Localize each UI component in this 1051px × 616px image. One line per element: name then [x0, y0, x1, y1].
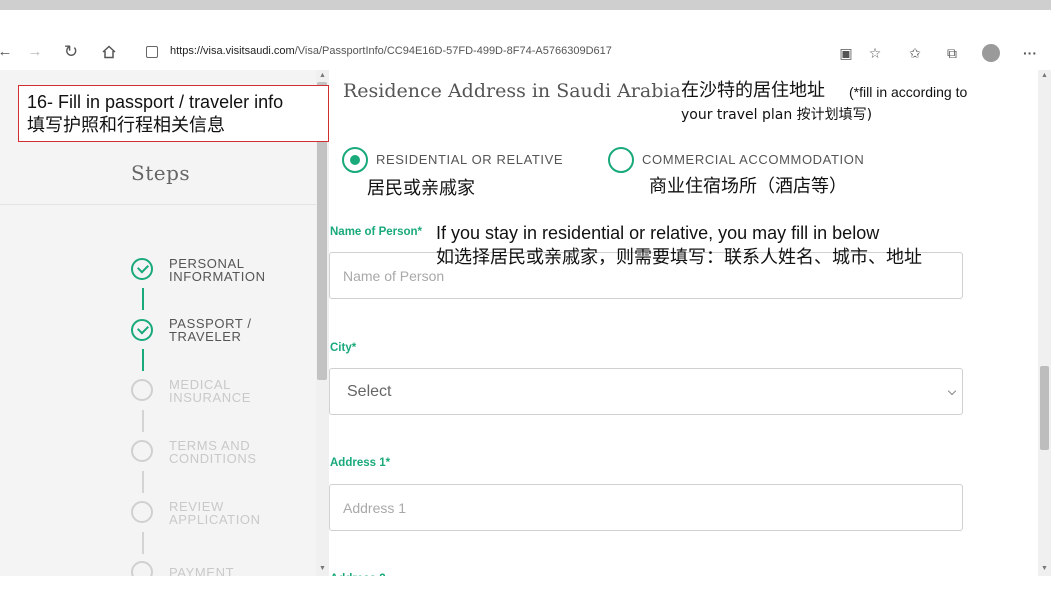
favorites-icon[interactable]: ✩ [905, 43, 925, 63]
back-icon[interactable]: ← [0, 42, 16, 64]
more-icon[interactable]: ··· [1020, 43, 1040, 63]
residential-translation: 居民或亲戚家 [367, 178, 475, 199]
sidebar-divider [0, 204, 316, 205]
favorite-add-icon[interactable]: ☆ [865, 43, 885, 63]
radio-residential-label[interactable]: RESIDENTIAL OR RELATIVE [376, 152, 563, 167]
home-icon[interactable] [101, 44, 117, 60]
profile-icon[interactable] [982, 44, 1000, 62]
scroll-down-arrow-icon[interactable]: ▼ [1038, 565, 1051, 572]
annotation-subtitle: 填写护照和行程相关信息 [27, 115, 225, 136]
annotation-box: 16- Fill in passport / traveler info 填写护… [18, 85, 329, 142]
steps-sidebar [0, 70, 316, 576]
city-select-value: Select [347, 383, 392, 400]
forward-icon[interactable]: → [24, 42, 46, 64]
step-1-check-icon [131, 258, 153, 280]
step-3-label: MEDICAL INSURANCE [169, 377, 251, 405]
chevron-down-icon [947, 386, 957, 396]
collections-icon[interactable]: ⧉ [942, 43, 962, 63]
section-title: Residence Address in Saudi Arabia [343, 80, 681, 102]
section-title-translation: 在沙特的居住地址 [681, 80, 825, 101]
steps-title: Steps [131, 161, 191, 185]
lock-icon [146, 46, 158, 58]
url-host: https://visa.visitsaudi.com [170, 45, 295, 57]
commercial-translation: 商业住宿场所（酒店等） [649, 176, 847, 197]
section-note-line2: your travel plan 按计划填写) [681, 107, 873, 123]
step-4-circle-icon [131, 440, 153, 462]
step-1-label: PERSONAL INFORMATION [169, 256, 266, 284]
radio-commercial-label[interactable]: COMMERCIAL ACCOMMODATION [642, 152, 864, 167]
radio-commercial[interactable] [608, 147, 634, 173]
address-bar[interactable]: https://visa.visitsaudi.com/Visa/Passpor… [170, 45, 612, 57]
radio-selected-dot [350, 155, 360, 165]
browser-toolbar [0, 10, 1051, 70]
step-connector [142, 532, 144, 554]
step-connector [142, 288, 144, 310]
section-note-line1: (*fill in according to [849, 84, 968, 100]
page-scrollbar-thumb[interactable] [1040, 366, 1049, 450]
page-scrollbar[interactable] [1038, 70, 1051, 576]
step-5-circle-icon [131, 501, 153, 523]
city-select[interactable]: Select [329, 368, 963, 415]
step-connector [142, 410, 144, 432]
radio-residential[interactable] [342, 147, 368, 173]
tab-strip [0, 0, 1051, 10]
reading-view-icon[interactable]: ▣ [836, 43, 856, 63]
step-5-label: REVIEW APPLICATION [169, 499, 261, 527]
scroll-up-arrow-icon[interactable]: ▲ [316, 72, 329, 79]
scroll-down-arrow-icon[interactable]: ▼ [316, 565, 329, 572]
step-connector [142, 349, 144, 371]
step-2-check-icon [131, 319, 153, 341]
address1-label: Address 1* [330, 457, 391, 469]
name-of-person-label: Name of Person* [330, 226, 423, 238]
step-3-circle-icon [131, 379, 153, 401]
address1-input[interactable] [329, 484, 963, 531]
step-2-label: PASSPORT / TRAVELER [169, 316, 252, 344]
step-connector [142, 471, 144, 493]
hint-english: If you stay in residential or relative, … [436, 223, 880, 243]
bottom-bar [0, 576, 1051, 616]
scroll-up-arrow-icon[interactable]: ▲ [1038, 72, 1051, 79]
step-4-label: TERMS AND CONDITIONS [169, 438, 257, 466]
hint-chinese: 如选择居民或亲戚家，则需要填写：联系人姓名、城市、地址 [436, 247, 922, 268]
annotation-title: 16- Fill in passport / traveler info [27, 92, 284, 112]
city-label: City* [330, 342, 357, 354]
url-path: /Visa/PassportInfo/CC94E16D-57FD-499D-8F… [294, 45, 612, 57]
refresh-icon[interactable]: ↻ [60, 42, 82, 64]
